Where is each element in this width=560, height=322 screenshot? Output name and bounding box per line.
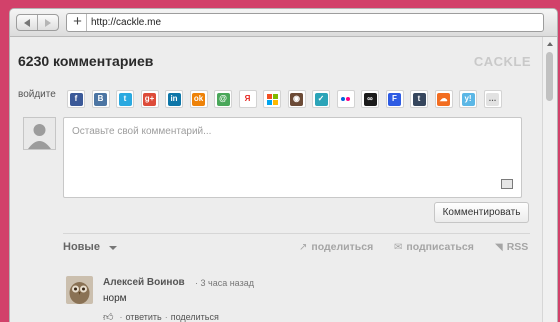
social-login-button[interactable]: in [165, 90, 183, 108]
social-login-button[interactable]: … [483, 90, 502, 108]
flickr-icon [339, 92, 352, 106]
social-login-button[interactable]: t [410, 90, 428, 108]
mailru-icon: @ [216, 92, 230, 106]
arrow-left-icon [24, 18, 30, 27]
url-text: http://cackle.me [91, 17, 162, 28]
comment-actions: 👍︎ · ответить · поделиться [103, 311, 219, 322]
checkin-icon: ✓ [314, 92, 328, 106]
microsoft-icon [265, 92, 279, 106]
google-plus-icon: g+ [143, 92, 156, 106]
yandex-icon: Я [241, 92, 254, 106]
social-login-button[interactable]: ◉ [287, 90, 306, 108]
subscribe-label: подписаться [406, 241, 474, 253]
avatar[interactable] [66, 276, 93, 304]
social-login-button[interactable]: y! [459, 90, 477, 108]
comment-input[interactable] [64, 118, 521, 197]
owl-avatar-icon [66, 276, 93, 304]
vkontakte-icon: B [94, 92, 107, 106]
sort-dropdown[interactable]: Новые [63, 241, 100, 253]
rss-link[interactable]: ◥ RSS [495, 241, 528, 253]
comment-author[interactable]: Алексей Воинов [103, 277, 185, 288]
browser-window: + http://cackle.me 6230 комментариев CAC… [9, 8, 558, 322]
social-login-button[interactable] [263, 90, 281, 108]
chevron-down-icon[interactable] [109, 246, 117, 250]
tumblr-icon: t [412, 92, 426, 106]
browser-toolbar: + http://cackle.me [10, 9, 557, 37]
twitter-icon: t [118, 92, 132, 106]
sort-bar: Новые ↗ поделиться ✉ подписаться ◥ RSS [63, 236, 533, 256]
social-login-button[interactable]: ✓ [312, 90, 330, 108]
more-icon: … [486, 92, 499, 106]
add-bookmark-button[interactable]: + [69, 14, 87, 31]
comment-input-box [63, 117, 522, 198]
back-button[interactable] [17, 15, 38, 30]
default-avatar-icon [24, 118, 55, 149]
social-login-button[interactable]: ☁ [434, 90, 453, 108]
mail-icon: ✉ [394, 241, 403, 253]
scroll-up-icon[interactable] [547, 42, 553, 46]
social-login-button[interactable]: t [116, 90, 134, 108]
attach-image-icon[interactable] [501, 179, 513, 189]
social-login-button[interactable]: B [91, 90, 110, 108]
social-login-button[interactable]: @ [214, 90, 232, 108]
share-link[interactable]: ↗ поделиться [299, 241, 373, 253]
arrow-right-icon [45, 18, 51, 27]
yahoo-icon: y! [461, 92, 475, 106]
scroll-thumb[interactable] [546, 52, 553, 101]
cackle-logo[interactable]: CACKLE [474, 54, 531, 69]
current-user-avatar [23, 117, 56, 150]
social-login-button[interactable]: ok [189, 90, 208, 108]
social-login-button[interactable]: Я [238, 90, 257, 108]
social-login-button[interactable]: g+ [140, 90, 159, 108]
comment-item: Алексей Воинов · 3 часа назад норм 👍︎ · … [63, 267, 533, 322]
login-label: войдите [18, 89, 56, 100]
like-icon[interactable]: 👍︎ [103, 311, 113, 322]
nav-buttons [16, 14, 59, 31]
rss-label: RSS [506, 241, 529, 253]
forward-button[interactable] [38, 15, 58, 30]
comment-time: · 3 часа назад [195, 278, 254, 288]
comment-text: норм [103, 293, 127, 304]
share-label: поделиться [311, 241, 374, 253]
comments-count-title: 6230 комментариев [18, 53, 154, 69]
divider [63, 233, 530, 234]
soundcloud-icon: ☁ [437, 92, 450, 106]
address-bar[interactable]: + http://cackle.me [66, 13, 544, 32]
share-icon: ↗ [299, 241, 308, 253]
submit-comment-button[interactable]: Комментировать [434, 202, 529, 223]
social-login-button[interactable]: F [385, 90, 404, 108]
social-login-button[interactable] [336, 90, 355, 108]
odnoklassniki-icon: ok [192, 92, 205, 106]
facebook-icon: f [69, 92, 83, 106]
foursquare-icon: F [388, 92, 401, 106]
social-login-button[interactable]: ∞ [361, 90, 379, 108]
subscribe-link[interactable]: ✉ подписаться [394, 241, 474, 253]
lastfm-icon: ∞ [363, 92, 377, 106]
page-scrollbar[interactable] [542, 37, 557, 322]
linkedin-icon: in [167, 92, 181, 106]
rss-icon: ◥ [495, 241, 503, 253]
instagram-icon: ◉ [290, 92, 303, 106]
social-login-button[interactable]: f [67, 90, 85, 108]
